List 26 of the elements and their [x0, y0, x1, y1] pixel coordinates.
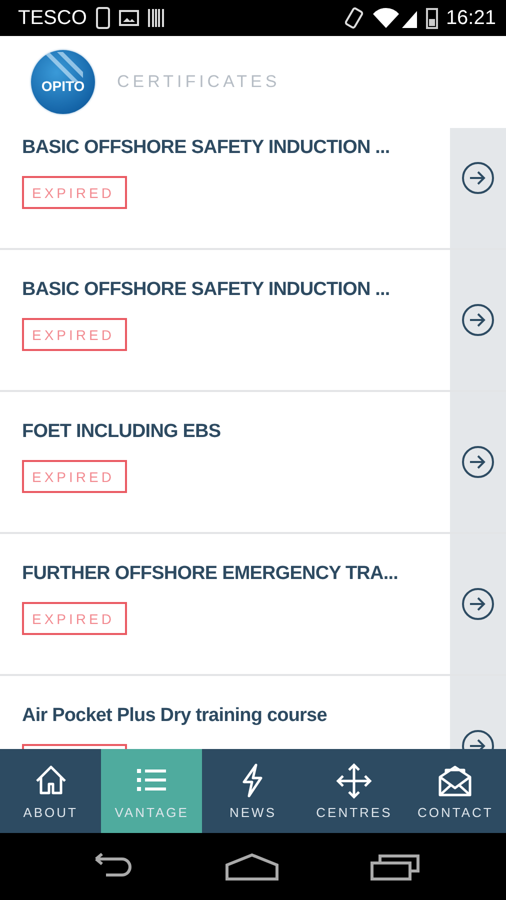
certificate-title: BASIC OFFSHORE SAFETY INDUCTION ...: [22, 137, 391, 159]
certificate-title: Air Pocket Plus Dry training course: [22, 705, 328, 727]
home-icon[interactable]: [224, 852, 279, 880]
certificate-title: BASIC OFFSHORE SAFETY INDUCTION ...: [22, 279, 391, 301]
arrow-right-icon[interactable]: [461, 303, 495, 337]
status-badge: EXPIRED: [22, 602, 127, 635]
status-badge: EXPIRED: [22, 460, 127, 493]
move-arrows-icon: [336, 762, 372, 798]
battery-icon: [426, 7, 438, 29]
image-icon: [118, 10, 139, 26]
signal-icon: [372, 7, 418, 29]
arrow-right-icon[interactable]: [461, 587, 495, 621]
arrow-right-icon[interactable]: [461, 445, 495, 479]
barcode-icon: [146, 8, 165, 28]
clock: 16:21: [446, 6, 496, 30]
certificate-title: FOET INCLUDING EBS: [22, 421, 222, 443]
certificate-title: FURTHER OFFSHORE EMERGENCY TRA...: [22, 563, 399, 585]
page-title: CERTIFICATES: [117, 72, 280, 92]
status-badge: EXPIRED: [22, 318, 127, 351]
status-badge: EXPIRED: [22, 176, 127, 209]
recent-apps-icon[interactable]: [370, 852, 420, 880]
logo: OPITO: [31, 50, 95, 114]
phone-icon: [94, 7, 111, 29]
arrow-right-icon[interactable]: [461, 161, 495, 195]
carrier-name: TESCO: [18, 6, 87, 30]
rotation-icon: [344, 7, 364, 29]
